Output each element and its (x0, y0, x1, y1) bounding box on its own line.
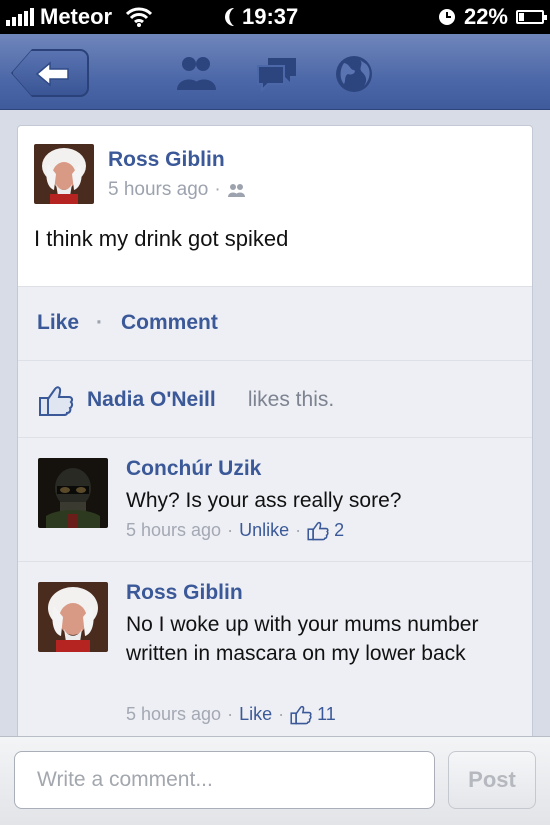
battery-icon (516, 10, 547, 24)
comment-composer: Post (0, 736, 550, 825)
comment-item: Ross Giblin No I woke up with your mums … (18, 562, 532, 739)
moon-icon (225, 8, 234, 26)
status-center: 19:37 (220, 4, 298, 30)
comment-meta: 5 hours ago · Unlike · 2 (126, 520, 344, 541)
post-actions: Like · Comment (18, 286, 532, 361)
post-meta: 5 hours ago · (108, 179, 247, 201)
status-right: 22% (438, 4, 547, 30)
comment-author[interactable]: Ross Giblin (126, 581, 243, 605)
back-arrow-icon (35, 61, 69, 87)
comment-input[interactable] (14, 751, 435, 809)
clock: 19:37 (242, 4, 299, 29)
thumbs-up-icon (39, 386, 74, 416)
comment-text: Why? Is your ass really sore? (126, 489, 402, 512)
comment-text: No I woke up with your mums number writt… (126, 613, 479, 665)
comment-item: Conchúr Uzik Why? Is your ass really sor… (18, 438, 532, 562)
author-avatar[interactable] (34, 144, 94, 204)
back-button[interactable] (12, 50, 88, 96)
commenter-avatar[interactable] (38, 582, 108, 652)
battery-percent: 22% (463, 4, 508, 29)
comment-timestamp: 5 hours ago (126, 520, 222, 540)
comment-timestamp: 5 hours ago (126, 704, 222, 724)
liker-name[interactable]: Nadia O'Neill (87, 388, 216, 412)
battery-fill (519, 13, 524, 21)
status-left: Meteor (6, 4, 153, 30)
comment-meta: 5 hours ago · Like · 11 (126, 704, 336, 725)
wifi-icon (126, 7, 153, 27)
unlike-button[interactable]: Unlike (239, 520, 289, 541)
commenter-avatar[interactable] (38, 458, 108, 528)
alarm-icon (438, 9, 455, 25)
meta-separator: · (214, 179, 221, 200)
meta-separator: · (295, 520, 302, 540)
friends-icon (227, 184, 245, 197)
post-text: I think my drink got spiked (34, 226, 289, 251)
post-timestamp[interactable]: 5 hours ago (108, 179, 208, 201)
thumbs-up-icon (307, 521, 329, 540)
post-card: Ross Giblin 5 hours ago · I think my dri… (17, 125, 533, 740)
meta-separator: · (227, 520, 234, 540)
likes-suffix: likes this. (242, 388, 335, 411)
comment-button[interactable]: Comment (121, 311, 218, 335)
post-author-name[interactable]: Ross Giblin (108, 148, 225, 172)
comment-author[interactable]: Conchúr Uzik (126, 457, 261, 481)
friends-icon[interactable] (172, 54, 220, 92)
comment-like-count[interactable]: 11 (317, 704, 336, 725)
meta-separator: · (227, 704, 234, 724)
likes-summary: Nadia O'Neill likes this. (18, 361, 532, 438)
nav-bar (0, 34, 550, 110)
comment-like-count[interactable]: 2 (334, 520, 344, 541)
thumbs-up-icon (290, 705, 312, 724)
carrier-name: Meteor (40, 4, 113, 29)
post-header: Ross Giblin 5 hours ago · I think my dri… (18, 126, 532, 286)
globe-icon[interactable] (334, 54, 374, 94)
like-button[interactable]: Like (239, 704, 272, 725)
status-bar: Meteor 19:37 22% (0, 0, 550, 34)
messages-icon[interactable] (254, 54, 300, 92)
meta-separator: · (278, 704, 285, 724)
signal-strength-icon (6, 8, 34, 26)
like-button[interactable]: Like (37, 311, 79, 335)
post-button[interactable]: Post (448, 751, 536, 809)
action-separator: · (96, 311, 103, 334)
